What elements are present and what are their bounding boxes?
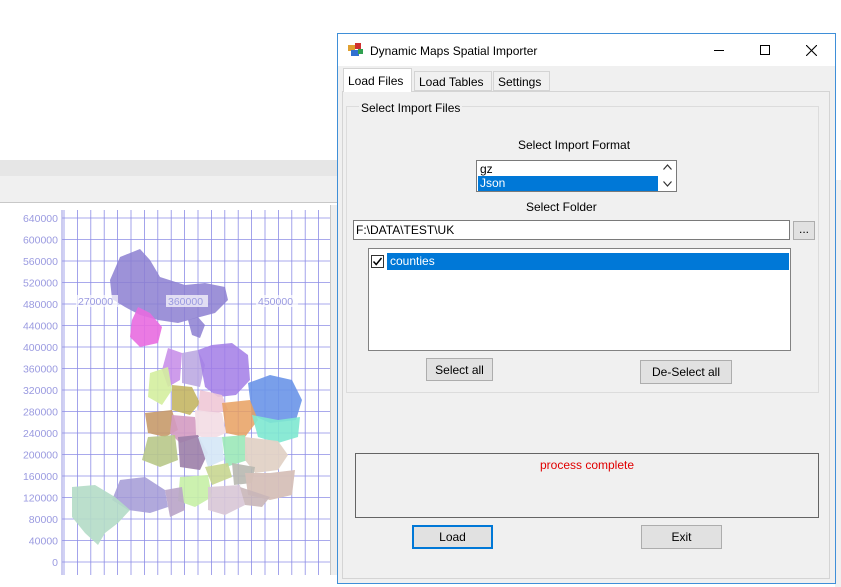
- status-box: process complete: [355, 453, 819, 518]
- x-tick-label: 450000: [258, 296, 293, 308]
- file-item-counties[interactable]: counties: [371, 253, 789, 270]
- y-tick-label: 520000: [23, 278, 58, 290]
- tab-load-files[interactable]: Load Files: [343, 68, 412, 92]
- y-tick-label: 280000: [23, 407, 58, 419]
- maximize-button[interactable]: [742, 34, 788, 66]
- x-tick-label: 360000: [168, 296, 203, 308]
- map-region: [142, 435, 178, 467]
- format-option-json[interactable]: Json: [478, 176, 658, 191]
- checkmark-icon: [372, 257, 383, 266]
- app-icon: [348, 43, 363, 56]
- folder-label: Select Folder: [526, 200, 597, 214]
- y-tick-label: 240000: [23, 428, 58, 440]
- map-y-ticks: 640000 600000 560000 520000 480000 440000 4000…: [23, 213, 58, 569]
- tab-load-tables[interactable]: Load Tables: [414, 71, 492, 91]
- y-tick-label: 480000: [23, 299, 58, 311]
- y-tick-label: 80000: [29, 514, 58, 526]
- file-checkbox[interactable]: [371, 255, 384, 268]
- load-button[interactable]: Load: [412, 525, 493, 549]
- select-all-button[interactable]: Select all: [426, 358, 493, 381]
- y-tick-label: 360000: [23, 364, 58, 376]
- scroll-down-icon[interactable]: [663, 181, 672, 187]
- map-region: [222, 435, 248, 467]
- map-region: [198, 343, 250, 397]
- import-format-listbox[interactable]: gz Json: [476, 160, 677, 192]
- map-region: [110, 249, 228, 323]
- tab-settings[interactable]: Settings: [493, 71, 550, 91]
- deselect-all-button[interactable]: De-Select all: [640, 360, 732, 384]
- y-tick-label: 400000: [23, 342, 58, 354]
- format-option-gz[interactable]: gz: [478, 162, 658, 177]
- map-region: [165, 487, 185, 517]
- map-region: [148, 367, 172, 405]
- y-tick-label: 160000: [23, 471, 58, 483]
- y-tick-label: 560000: [23, 256, 58, 268]
- x-tick-label: 270000: [78, 296, 113, 308]
- file-label: counties: [387, 253, 789, 270]
- folder-input[interactable]: F:\DATA\TEST\UK: [353, 220, 790, 240]
- exit-button[interactable]: Exit: [641, 525, 722, 549]
- y-tick-label: 120000: [23, 493, 58, 505]
- scroll-up-icon[interactable]: [663, 164, 672, 170]
- close-icon: [805, 44, 817, 56]
- map-x-ticks: 270000360000450000540000630000: [76, 295, 298, 308]
- importer-window: Dynamic Maps Spatial Importer Load Files…: [337, 33, 836, 584]
- y-tick-label: 440000: [23, 321, 58, 333]
- minimize-icon: [714, 50, 724, 51]
- import-format-label: Select Import Format: [518, 138, 631, 152]
- maximize-icon: [760, 45, 770, 55]
- y-tick-label: 40000: [29, 536, 58, 548]
- y-tick-label: 640000: [23, 213, 58, 225]
- status-message: process complete: [539, 458, 635, 472]
- map-region: [195, 410, 226, 440]
- minimize-button[interactable]: [696, 34, 742, 66]
- map-region: [188, 317, 205, 338]
- background-toolbar: [0, 176, 338, 203]
- map-regions: [72, 249, 302, 545]
- window-title: Dynamic Maps Spatial Importer: [370, 44, 538, 58]
- map-plot[interactable]: 640000 600000 560000 520000 480000 440000 4000…: [0, 205, 330, 575]
- y-tick-label: 320000: [23, 385, 58, 397]
- files-checklist[interactable]: counties: [368, 248, 791, 351]
- title-bar: Dynamic Maps Spatial Importer: [338, 34, 835, 66]
- y-tick-label: 0: [52, 557, 58, 569]
- import-files-group-title: Select Import Files: [359, 101, 463, 115]
- map-region: [208, 485, 245, 515]
- close-button[interactable]: [788, 34, 834, 66]
- y-tick-label: 200000: [23, 450, 58, 462]
- listbox-scrollbar[interactable]: [659, 161, 676, 191]
- background-toolbar-strip: [0, 160, 338, 176]
- y-tick-label: 600000: [23, 235, 58, 247]
- browse-button[interactable]: ...: [793, 221, 815, 240]
